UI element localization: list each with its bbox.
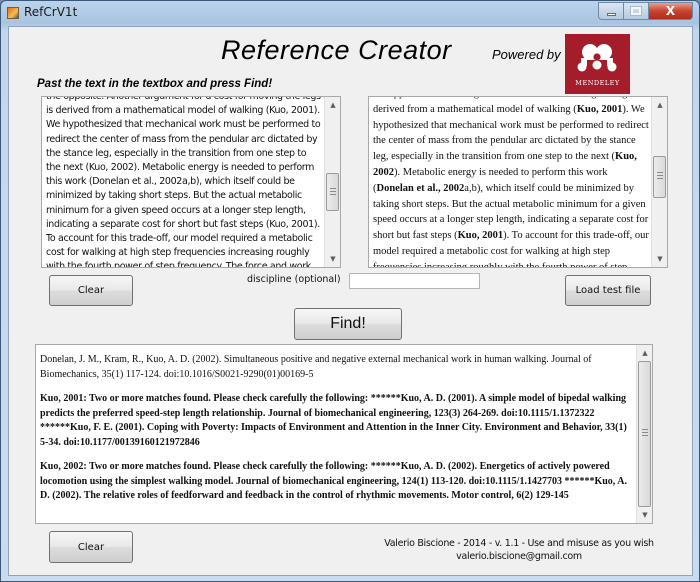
minimize-icon — [607, 13, 616, 16]
preview-segment: the opposite. Another argument for a cos… — [373, 96, 644, 99]
powered-by-label: Powered by — [492, 47, 561, 62]
client-area: Reference Creator Powered by MENDELEY Pa… — [8, 26, 693, 576]
window-title: RefCrV1t — [24, 5, 77, 19]
results-scrollbar[interactable]: ▲ ▼ — [636, 345, 652, 523]
instruction-text: Past the text in the textbox and press F… — [37, 78, 272, 90]
scroll-thumb[interactable] — [326, 173, 339, 211]
results-list: Donelan, J. M., Kram, R., Kuo, A. D. (20… — [40, 353, 632, 514]
preview-text: the opposite. Another argument for a cos… — [373, 96, 649, 268]
maximize-icon — [631, 7, 641, 15]
maximize-button[interactable] — [624, 2, 649, 20]
scroll-up-arrow-icon[interactable]: ▲ — [652, 97, 668, 113]
preview-panel: the opposite. Another argument for a cos… — [368, 96, 668, 268]
load-test-file-button[interactable]: Load test file — [565, 275, 651, 306]
preview-scrollbar[interactable]: ▲ ▼ — [651, 97, 667, 267]
discipline-label: discipline (optional) — [247, 274, 341, 285]
minimize-button[interactable] — [598, 2, 624, 20]
scroll-thumb[interactable] — [638, 361, 651, 507]
discipline-input[interactable] — [349, 273, 480, 289]
close-button[interactable]: X — [649, 2, 693, 20]
mendeley-logo: MENDELEY — [565, 34, 630, 94]
mendeley-icon — [577, 43, 617, 73]
preview-segment: derived from a mathematical model of wal… — [373, 104, 577, 115]
scroll-down-arrow-icon[interactable]: ▼ — [325, 251, 341, 267]
scroll-thumb[interactable] — [653, 156, 666, 198]
scroll-down-arrow-icon[interactable]: ▼ — [652, 251, 668, 267]
scroll-up-arrow-icon[interactable]: ▲ — [637, 345, 653, 361]
citation-highlight: Donelan et al., 2002 — [377, 183, 465, 194]
result-item: Donelan, J. M., Kram, R., Kuo, A. D. (20… — [40, 353, 632, 382]
title-bar[interactable]: RefCrV1t X — [1, 1, 699, 25]
footer: Valerio Biscione - 2014 - v. 1.1 - Use a… — [379, 538, 659, 563]
input-scrollbar[interactable]: ▲ ▼ — [324, 97, 340, 267]
results-panel: Donelan, J. M., Kram, R., Kuo, A. D. (20… — [35, 344, 653, 524]
scroll-up-arrow-icon[interactable]: ▲ — [325, 97, 341, 113]
clear-results-button[interactable]: Clear — [49, 531, 133, 563]
input-text[interactable]: the opposite. Another argument for a cos… — [46, 96, 322, 268]
matlab-app-icon — [7, 7, 19, 19]
scroll-down-arrow-icon[interactable]: ▼ — [637, 507, 653, 523]
close-icon: X — [666, 4, 675, 18]
citation-highlight: Kuo, 2001 — [458, 230, 504, 241]
result-item: Kuo, 2002: Two or more matches found. Pl… — [40, 460, 632, 504]
app-title: Reference Creator — [221, 35, 452, 66]
footer-email: valerio.biscione@gmail.com — [379, 551, 659, 564]
find-button[interactable]: Find! — [294, 308, 402, 340]
footer-credit: Valerio Biscione - 2014 - v. 1.1 - Use a… — [379, 538, 659, 551]
citation-highlight: Kuo, 2001 — [577, 104, 623, 115]
clear-input-button[interactable]: Clear — [49, 275, 133, 306]
result-item: Kuo, 2001: Two or more matches found. Pl… — [40, 392, 632, 450]
app-window: RefCrV1t X Reference Creator Powered by … — [0, 0, 700, 582]
mendeley-label: MENDELEY — [565, 79, 630, 87]
input-textarea[interactable]: the opposite. Another argument for a cos… — [41, 96, 341, 268]
window-controls: X — [598, 2, 693, 20]
